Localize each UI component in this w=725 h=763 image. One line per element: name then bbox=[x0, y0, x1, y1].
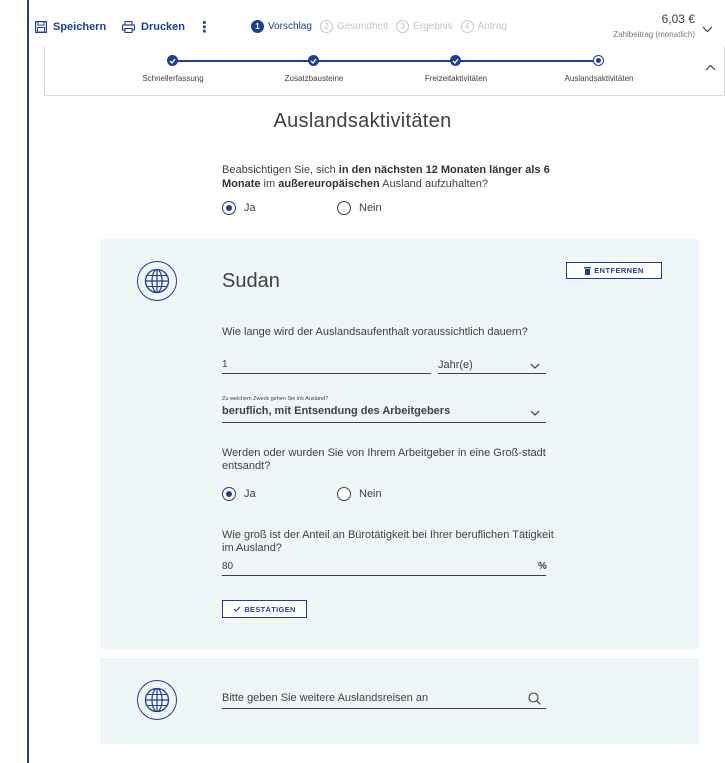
abroad-question: Beabsichtigen Sie, sich in den nächsten … bbox=[222, 163, 562, 191]
progress-dot-done bbox=[167, 55, 178, 66]
question-text: Ausland aufzuhalten? bbox=[379, 178, 488, 190]
chevron-down-icon[interactable] bbox=[530, 410, 540, 416]
save-label: Speichern bbox=[53, 21, 107, 33]
chevron-down-icon[interactable] bbox=[530, 363, 540, 369]
progress-dot-done bbox=[450, 55, 461, 66]
chevron-down-icon[interactable] bbox=[702, 26, 713, 33]
purpose-select-underline bbox=[222, 422, 546, 423]
radio-abroad-no[interactable]: Nein bbox=[337, 201, 382, 215]
page-title: Auslandsaktivitäten bbox=[273, 110, 452, 132]
office-share-input[interactable]: 80 bbox=[222, 561, 233, 572]
question-text: im bbox=[260, 178, 279, 190]
radio-label: Nein bbox=[359, 488, 382, 500]
progress-item-auslandsaktivitaeten[interactable]: Auslandsaktivitäten bbox=[565, 74, 634, 83]
duration-unit-select[interactable]: Jahr(e) bbox=[438, 359, 473, 371]
step-vorschlag[interactable]: 1 Vorschlag bbox=[251, 20, 312, 33]
radio-label: Nein bbox=[359, 202, 382, 214]
radio-label: Ja bbox=[244, 488, 256, 500]
progress-item-freizeitaktivitaeten[interactable]: Freizeitaktivitäten bbox=[425, 74, 487, 83]
country-name: Sudan bbox=[222, 270, 280, 292]
percent-unit: % bbox=[538, 561, 547, 572]
check-icon bbox=[310, 58, 317, 64]
step-number: 2 bbox=[319, 20, 333, 33]
confirm-button[interactable]: BESTÄTIGEN bbox=[222, 600, 307, 618]
progress-track bbox=[173, 60, 596, 62]
remove-button[interactable]: ENTFERNEN bbox=[566, 262, 662, 279]
check-icon bbox=[169, 58, 176, 64]
question-text: Beabsichtigen Sie, sich bbox=[222, 164, 339, 176]
radio-big-city-yes[interactable]: Ja bbox=[222, 487, 256, 501]
big-city-label: Werden oder wurden Sie von Ihrem Arbeitg… bbox=[222, 447, 546, 472]
globe-icon bbox=[137, 680, 177, 720]
search-icon[interactable] bbox=[528, 692, 541, 705]
radio-button-checked[interactable] bbox=[222, 487, 236, 501]
more-menu-button[interactable]: ⋮ bbox=[197, 18, 212, 36]
step-label: Antrag bbox=[477, 21, 508, 32]
kebab-menu-icon: ⋮ bbox=[197, 19, 212, 36]
wizard-steps: 1 Vorschlag 2 Gesundheit 3 Ergebnis 4 An… bbox=[251, 20, 515, 33]
top-bar: Speichern Drucken ⋮ 1 Vorschlag 2 Gesund… bbox=[29, 0, 725, 46]
step-number: 4 bbox=[460, 20, 474, 33]
progress-dot-done bbox=[308, 55, 319, 66]
progress-item-zusatzbausteine[interactable]: Zusatzbausteine bbox=[285, 74, 344, 83]
step-number: 1 bbox=[251, 20, 264, 33]
remove-label: ENTFERNEN bbox=[594, 266, 644, 275]
step-antrag[interactable]: 4 Antrag bbox=[460, 20, 508, 33]
step-number: 3 bbox=[396, 20, 410, 33]
progress-dot-current bbox=[593, 55, 604, 66]
save-button[interactable]: Speichern bbox=[35, 21, 106, 33]
print-label: Drucken bbox=[141, 21, 186, 33]
office-share-label: Wie groß ist der Anteil an Bürotätigkeit… bbox=[222, 529, 554, 554]
chevron-up-icon[interactable] bbox=[705, 64, 716, 71]
step-label: Ergebnis bbox=[413, 21, 453, 32]
country-card: Sudan ENTFERNEN Wie lange wird der Ausla… bbox=[100, 239, 699, 649]
duration-unit-underline bbox=[438, 373, 546, 374]
print-button[interactable]: Drucken bbox=[122, 21, 185, 33]
check-icon bbox=[233, 606, 241, 612]
duration-label: Wie lange wird der Auslandsaufenthalt vo… bbox=[222, 326, 528, 338]
price-label: Zahlbeitrag (monatlich) bbox=[613, 30, 695, 39]
price-summary[interactable]: 6,03 € Zahlbeitrag (monatlich) bbox=[613, 12, 695, 39]
radio-big-city-no[interactable]: Nein bbox=[337, 487, 382, 501]
duration-input[interactable]: 1 bbox=[222, 359, 228, 370]
step-ergebnis[interactable]: 3 Ergebnis bbox=[396, 20, 453, 33]
step-label: Gesundheit bbox=[336, 21, 389, 32]
purpose-select[interactable]: beruflich, mit Entsendung des Arbeitgebe… bbox=[222, 405, 450, 417]
step-gesundheit[interactable]: 2 Gesundheit bbox=[319, 20, 389, 33]
globe-icon bbox=[137, 261, 177, 301]
office-share-underline bbox=[222, 575, 546, 576]
purpose-label: Zu welchem Zweck gehen Sie ins Ausland? bbox=[222, 396, 329, 402]
duration-input-underline bbox=[222, 373, 431, 374]
country-search-input[interactable]: Bitte geben Sie weitere Auslandsreisen a… bbox=[222, 692, 428, 704]
radio-abroad-yes[interactable]: Ja bbox=[222, 201, 256, 215]
save-icon bbox=[35, 21, 47, 33]
radio-button[interactable] bbox=[337, 201, 351, 215]
progress-item-schnellerfassung[interactable]: Schnellerfassung bbox=[142, 74, 203, 83]
radio-button-checked[interactable] bbox=[222, 201, 236, 215]
confirm-label: BESTÄTIGEN bbox=[244, 604, 296, 614]
question-emphasis: außereuropäischen bbox=[278, 178, 380, 190]
printer-icon bbox=[122, 21, 135, 33]
radio-label: Ja bbox=[244, 202, 256, 214]
check-icon bbox=[452, 58, 459, 64]
radio-button[interactable] bbox=[337, 487, 351, 501]
trash-icon bbox=[584, 266, 592, 275]
search-underline bbox=[222, 708, 546, 709]
add-trip-card: Bitte geben Sie weitere Auslandsreisen a… bbox=[100, 658, 699, 744]
progress-panel: Schnellerfassung Zusatzbausteine Freizei… bbox=[44, 46, 725, 96]
price-value: 6,03 € bbox=[661, 12, 695, 26]
step-label: Vorschlag bbox=[268, 21, 312, 32]
